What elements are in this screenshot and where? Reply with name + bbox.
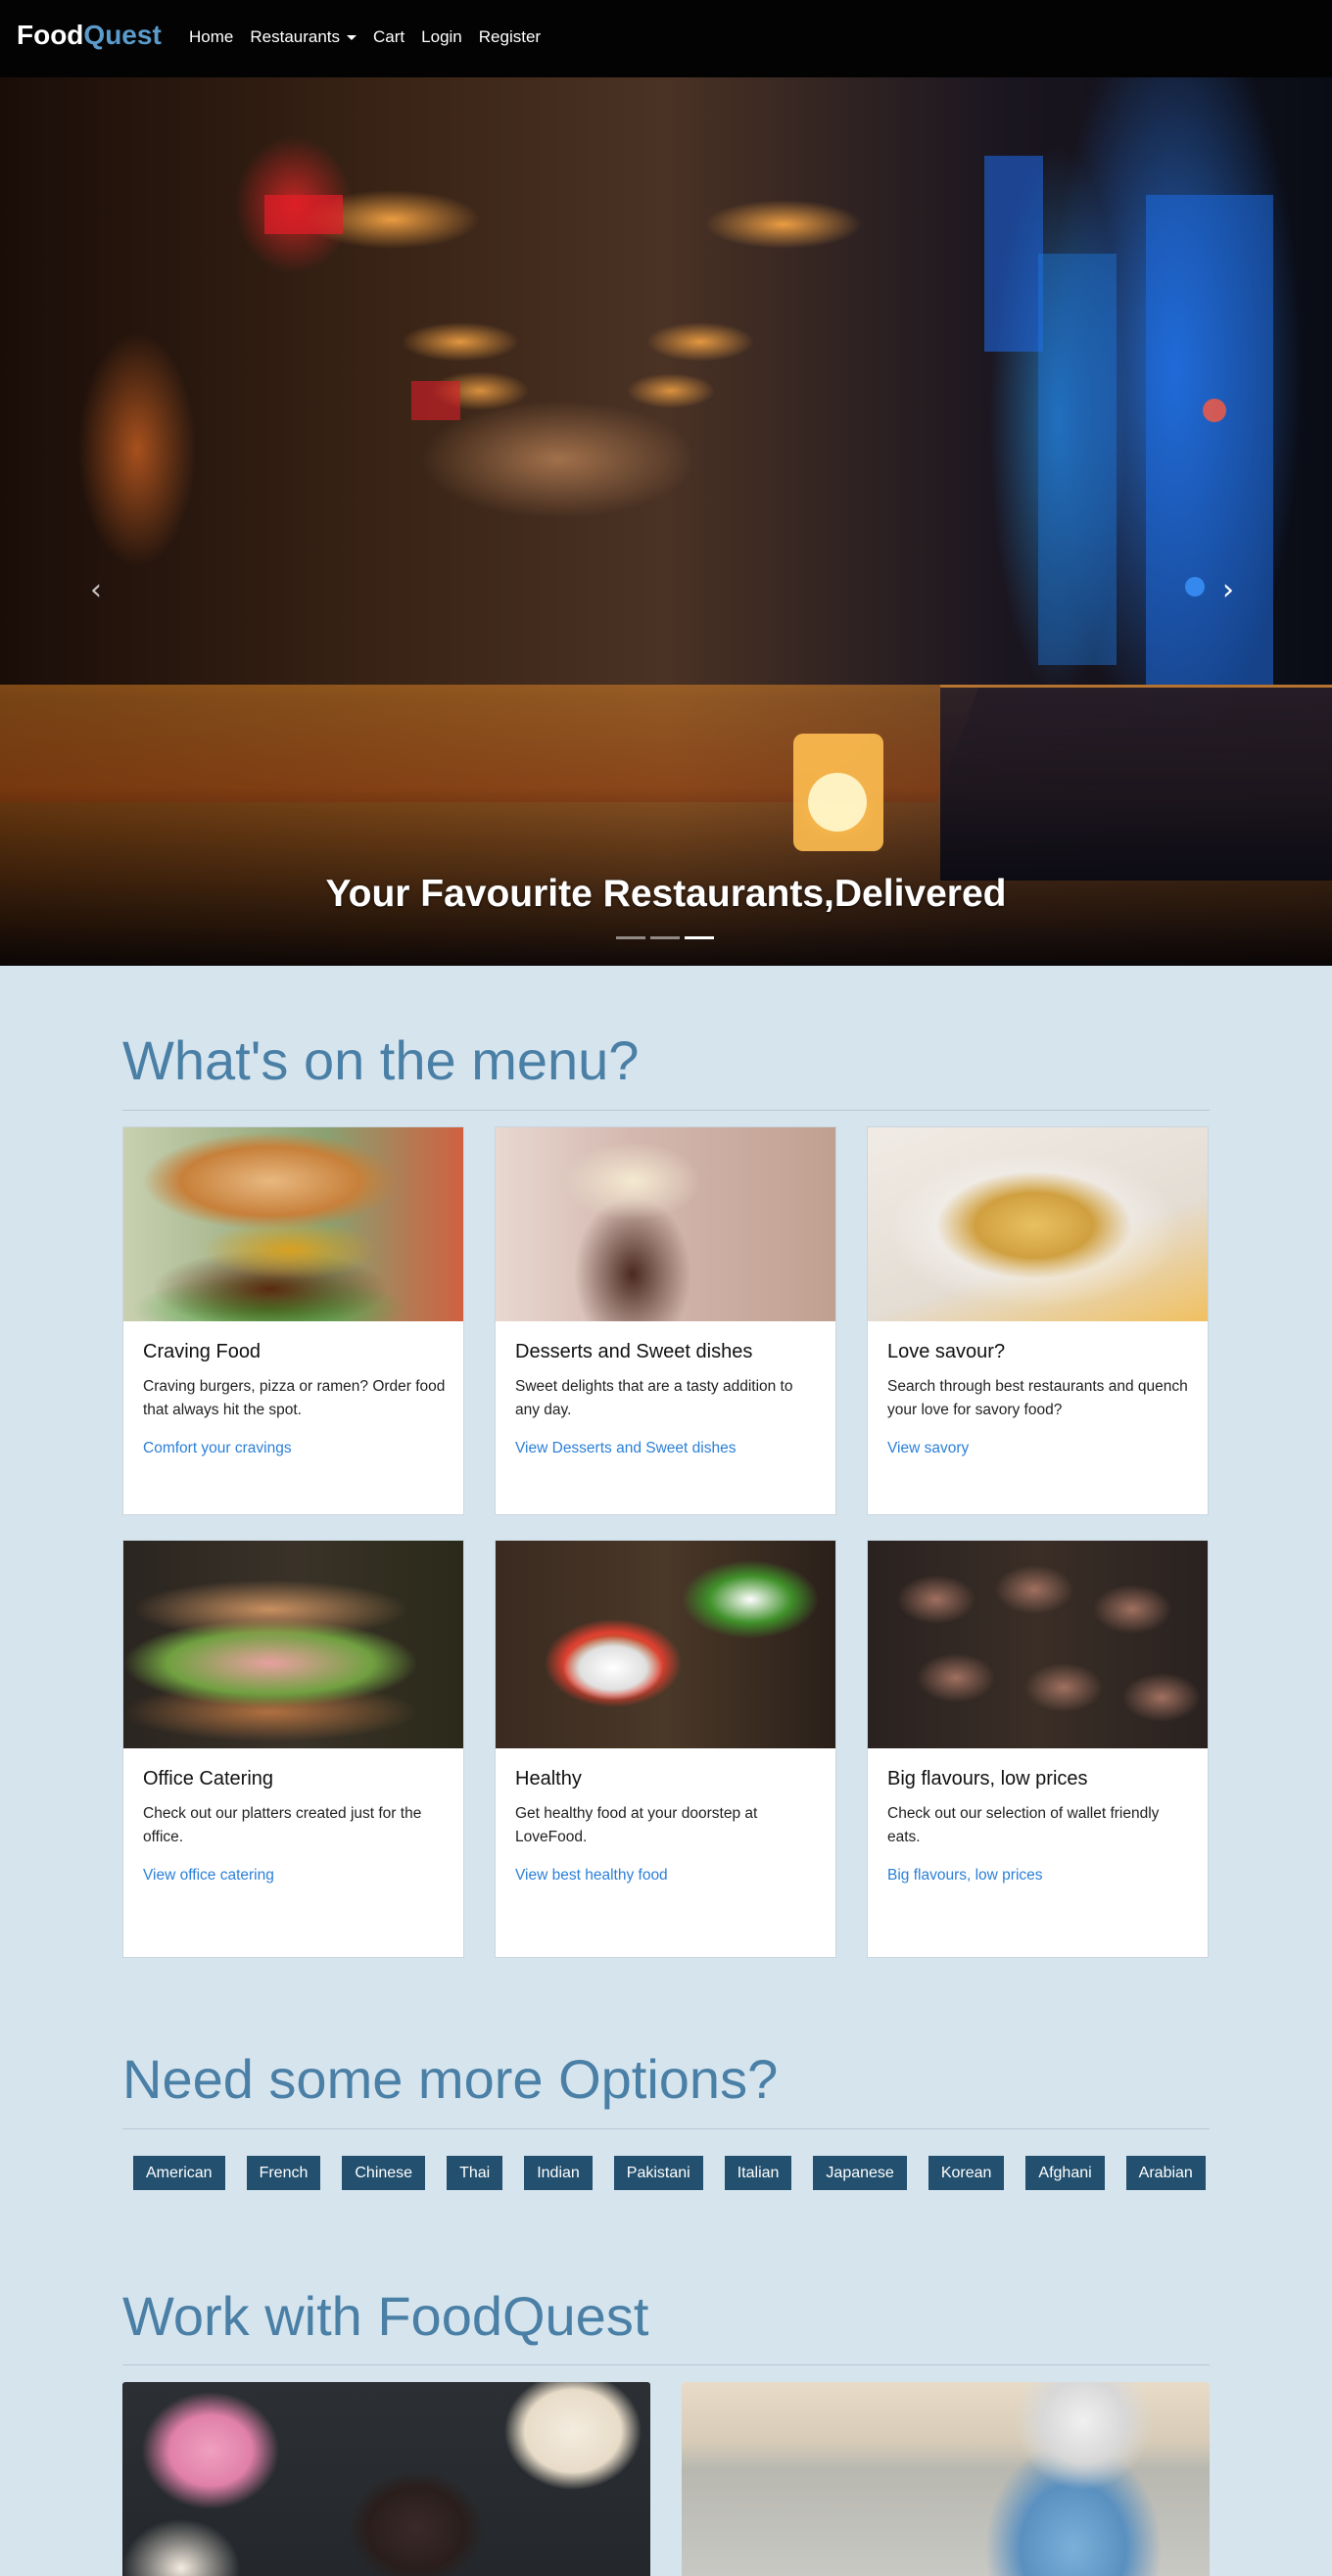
card-text: Sweet delights that are a tasty addition… — [515, 1378, 793, 1418]
carousel-next-button[interactable]: › — [1222, 573, 1234, 607]
hero-restaurant-image — [264, 156, 1273, 851]
caret-down-icon — [347, 34, 357, 40]
card-text: Get healthy food at your doorstep at Lov… — [515, 1805, 758, 1845]
menu-card-craving-food: Craving Food Craving burgers, pizza or r… — [122, 1126, 464, 1515]
card-link[interactable]: View savory — [887, 1440, 969, 1457]
card-title: Love savour? — [887, 1341, 1006, 1362]
tag-thai[interactable]: Thai — [447, 2156, 503, 2190]
card-text: Search through best restaurants and quen… — [887, 1378, 1188, 1418]
menu-card-desserts: Desserts and Sweet dishes Sweet delights… — [495, 1126, 836, 1515]
navbar: FoodQuest Home Restaurants Cart Login Re… — [0, 0, 1332, 77]
card-title: Craving Food — [143, 1341, 262, 1362]
menu-section-title: What's on the menu? — [122, 1029, 640, 1091]
nav-cart[interactable]: Cart — [373, 27, 404, 47]
card-title: Desserts and Sweet dishes — [515, 1341, 753, 1362]
tag-afghani[interactable]: Afghani — [1025, 2156, 1105, 2190]
donuts-image — [122, 2382, 650, 2576]
menu-card-love-savour: Love savour? Search through best restaur… — [867, 1126, 1209, 1515]
carousel-indicator-3[interactable] — [685, 936, 714, 939]
grilled-meat-image — [868, 1541, 1208, 1748]
card-title: Office Catering — [143, 1768, 274, 1789]
tag-japanese[interactable]: Japanese — [813, 2156, 907, 2190]
nav-restaurants-dropdown[interactable]: Restaurants — [250, 27, 357, 47]
burger-image — [123, 1127, 463, 1321]
chevron-left-icon: ‹ — [90, 573, 102, 607]
hero-carousel: ‹ › Your Favourite Restaurants,Delivered — [0, 77, 1332, 966]
menu-card-healthy: Healthy Get healthy food at your doorste… — [495, 1540, 836, 1958]
tag-american[interactable]: American — [133, 2156, 225, 2190]
salad-image — [496, 1541, 835, 1748]
brand-text-food: Food — [17, 20, 84, 50]
tag-korean[interactable]: Korean — [928, 2156, 1005, 2190]
tag-chinese[interactable]: Chinese — [342, 2156, 426, 2190]
nav-restaurants-label: Restaurants — [250, 27, 341, 46]
card-link[interactable]: View office catering — [143, 1867, 274, 1884]
card-text: Craving burgers, pizza or ramen? Order f… — [143, 1378, 446, 1418]
nav-register[interactable]: Register — [479, 27, 541, 47]
work-section-title: Work with FoodQuest — [122, 2285, 649, 2347]
tag-french[interactable]: French — [246, 2156, 321, 2190]
tag-indian[interactable]: Indian — [524, 2156, 593, 2190]
card-text: Check out our selection of wallet friend… — [887, 1805, 1160, 1845]
brand-text-quest: Quest — [83, 20, 162, 50]
carousel-prev-button[interactable]: ‹ — [90, 573, 102, 607]
card-link[interactable]: View Desserts and Sweet dishes — [515, 1440, 736, 1457]
carousel-indicators — [616, 936, 714, 939]
delivery-rider-image — [682, 2382, 1210, 2576]
menu-card-office-catering: Office Catering Check out our platters c… — [122, 1540, 464, 1958]
hero-caption: Your Favourite Restaurants,Delivered — [325, 873, 1007, 915]
brand-logo[interactable]: FoodQuest — [17, 20, 162, 51]
card-title: Healthy — [515, 1768, 582, 1789]
card-link[interactable]: Comfort your cravings — [143, 1440, 292, 1457]
tag-italian[interactable]: Italian — [724, 2156, 792, 2190]
carousel-indicator-2[interactable] — [650, 936, 680, 939]
nav-login[interactable]: Login — [421, 27, 462, 47]
options-section-title: Need some more Options? — [122, 2048, 779, 2110]
milkshake-image — [496, 1127, 835, 1321]
carousel-indicator-1[interactable] — [616, 936, 645, 939]
nav-home[interactable]: Home — [189, 27, 233, 47]
section-divider — [122, 2364, 1210, 2365]
nav-links: Home Restaurants Cart Login Register — [189, 27, 557, 47]
section-divider — [122, 1110, 1210, 1111]
card-link[interactable]: View best healthy food — [515, 1867, 668, 1884]
section-divider — [122, 2128, 1210, 2129]
tag-arabian[interactable]: Arabian — [1125, 2156, 1206, 2190]
card-link[interactable]: Big flavours, low prices — [887, 1867, 1043, 1884]
pasta-image — [868, 1127, 1208, 1321]
card-text: Check out our platters created just for … — [143, 1805, 422, 1845]
sandwich-image — [123, 1541, 463, 1748]
tag-pakistani[interactable]: Pakistani — [613, 2156, 703, 2190]
card-title: Big flavours, low prices — [887, 1768, 1088, 1789]
chevron-right-icon: › — [1222, 573, 1234, 607]
cuisine-tags: American French Chinese Thai Indian Paki… — [133, 2156, 1227, 2190]
menu-card-big-flavours: Big flavours, low prices Check out our s… — [867, 1540, 1209, 1958]
